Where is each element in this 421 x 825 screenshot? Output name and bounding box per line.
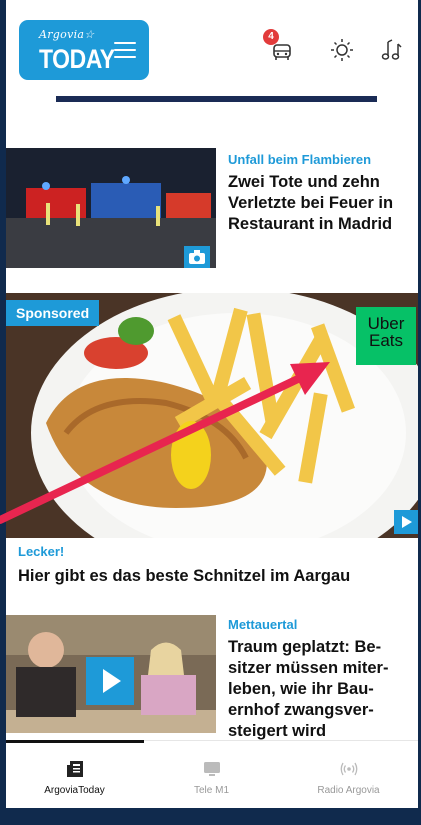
headline-line: Traum geplatzt: Be- <box>228 638 382 656</box>
music-note-icon <box>381 39 402 60</box>
argovia-today-logo[interactable]: Argovia☆ TODAY <box>19 20 149 80</box>
video-play-icon[interactable] <box>86 657 134 705</box>
music-button[interactable] <box>378 36 406 64</box>
tab-label: ArgoviaToday <box>44 785 105 796</box>
headline-line: Restaurant in Madrid <box>228 215 393 233</box>
weather-button[interactable] <box>328 36 356 64</box>
article-kicker: Mettauertal <box>228 617 298 632</box>
headline-line: steigert wird <box>228 722 327 740</box>
video-play-icon[interactable] <box>394 510 418 534</box>
article-headline: Hier gibt es das beste Schnitzel im Aarg… <box>18 567 351 585</box>
tab-label: Radio Argovia <box>317 785 380 796</box>
bottom-tab-bar: ArgoviaToday Tele M1 Radio Argovia <box>6 740 418 808</box>
tab-argoviatoday[interactable]: ArgoviaToday <box>6 759 143 796</box>
advertiser-name-line: Uber <box>367 314 405 333</box>
camera-icon <box>184 246 210 268</box>
advertiser-name-line: Eats <box>368 331 404 350</box>
tab-radio-argovia[interactable]: Radio Argovia <box>280 759 417 796</box>
headline-line: sitzer müssen miter- <box>228 659 389 677</box>
app-screen: Argovia☆ TODAY 4 Unfall beim Flambieren … <box>6 0 418 808</box>
hamburger-menu-icon[interactable] <box>114 42 136 58</box>
sun-icon <box>331 39 353 61</box>
active-tab-indicator <box>6 740 144 743</box>
traffic-car-button[interactable]: 4 <box>263 29 296 64</box>
article-kicker: Lecker! <box>18 544 65 559</box>
article-headline: Zwei Tote und zehn Verletzte bei Feuer i… <box>228 172 393 235</box>
logo-script-text: Argovia☆ <box>39 28 95 41</box>
app-header: Argovia☆ TODAY 4 <box>6 0 418 95</box>
scroll-progress-bar <box>56 96 377 102</box>
headline-line: Zwei Tote und zehn <box>228 173 380 191</box>
headline-line: leben, wie ihr Bau- <box>228 680 374 698</box>
radio-broadcast-icon <box>340 762 357 776</box>
logo-wordmark: TODAY <box>39 44 115 74</box>
tab-label: Tele M1 <box>193 785 229 796</box>
headline-line: ernhof zwangsver- <box>228 701 374 719</box>
notification-badge: 4 <box>263 29 279 45</box>
sponsored-label: Sponsored <box>6 300 100 326</box>
tab-tele-m1[interactable]: Tele M1 <box>143 759 280 796</box>
uber-eats-logo: Uber Eats <box>356 307 416 365</box>
tv-icon <box>203 762 220 776</box>
headline-line: Verletzte bei Feuer in <box>228 194 394 212</box>
article-kicker: Unfall beim Flambieren <box>228 152 372 167</box>
newspaper-icon <box>66 761 83 777</box>
article-thumbnail-fire-scene <box>6 148 216 268</box>
article-headline: Traum geplatzt: Be- sitzer müssen miter-… <box>228 637 388 742</box>
